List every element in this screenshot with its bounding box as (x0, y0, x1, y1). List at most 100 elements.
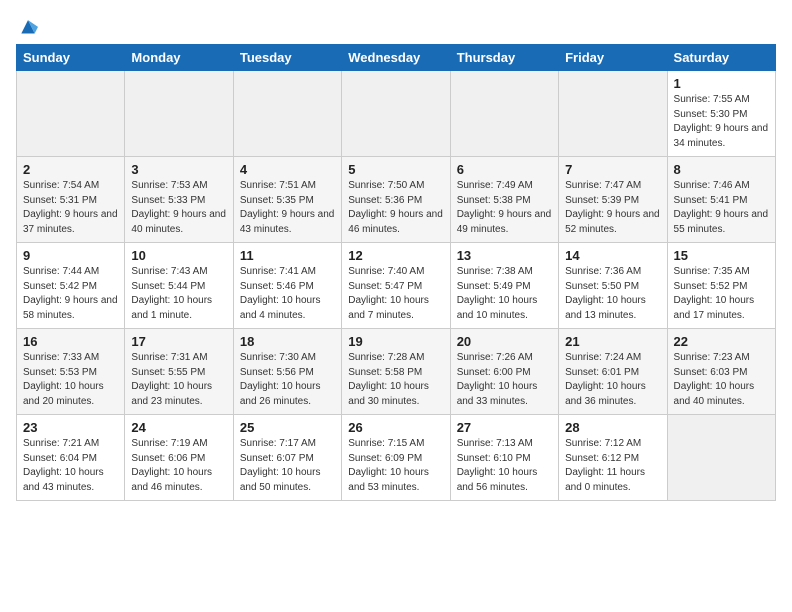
day-info: Sunrise: 7:21 AM Sunset: 6:04 PM Dayligh… (23, 437, 118, 495)
day-info: Sunrise: 7:15 AM Sunset: 6:09 PM Dayligh… (348, 437, 443, 495)
calendar-cell: 3 Sunrise: 7:53 AM Sunset: 5:33 PM Daylig… (125, 157, 233, 243)
calendar-cell: 11 Sunrise: 7:41 AM Sunset: 5:46 PM Dayli… (233, 243, 341, 329)
day-info: Sunrise: 7:54 AM Sunset: 5:31 PM Dayligh… (23, 179, 118, 237)
day-number: 15 (674, 248, 769, 263)
day-info: Sunrise: 7:55 AM Sunset: 5:30 PM Dayligh… (674, 93, 769, 151)
calendar-cell: 27 Sunrise: 7:13 AM Sunset: 6:10 PM Dayli… (450, 415, 558, 501)
calendar-cell: 6Sunrise: 7:49 AM Sunset: 5:38 PM Daylig… (450, 157, 558, 243)
day-number: 12 (348, 248, 443, 263)
weekday-header: Sunday (17, 45, 125, 71)
calendar-week-row: 2 Sunrise: 7:54 AM Sunset: 5:31 PM Daylig… (17, 157, 776, 243)
calendar-week-row: 9 Sunrise: 7:44 AM Sunset: 5:42 PM Daylig… (17, 243, 776, 329)
day-number: 16 (23, 334, 118, 349)
calendar-cell: 26 Sunrise: 7:15 AM Sunset: 6:09 PM Dayli… (342, 415, 450, 501)
day-info: Sunrise: 7:35 AM Sunset: 5:52 PM Dayligh… (674, 265, 769, 323)
day-info: Sunrise: 7:47 AM Sunset: 5:39 PM Dayligh… (565, 179, 660, 237)
calendar-cell: 19Sunrise: 7:28 AM Sunset: 5:58 PM Dayli… (342, 329, 450, 415)
day-number: 8 (674, 162, 769, 177)
day-info: Sunrise: 7:17 AM Sunset: 6:07 PM Dayligh… (240, 437, 335, 495)
day-info: Sunrise: 7:50 AM Sunset: 5:36 PM Dayligh… (348, 179, 443, 237)
calendar-cell: 20 Sunrise: 7:26 AM Sunset: 6:00 PM Dayli… (450, 329, 558, 415)
calendar-cell: 12 Sunrise: 7:40 AM Sunset: 5:47 PM Dayli… (342, 243, 450, 329)
day-number: 22 (674, 334, 769, 349)
day-info: Sunrise: 7:19 AM Sunset: 6:06 PM Dayligh… (131, 437, 226, 495)
day-number: 10 (131, 248, 226, 263)
calendar-cell: 18Sunrise: 7:30 AM Sunset: 5:56 PM Dayli… (233, 329, 341, 415)
weekday-header: Thursday (450, 45, 558, 71)
weekday-header: Tuesday (233, 45, 341, 71)
calendar-cell (667, 415, 775, 501)
day-info: Sunrise: 7:31 AM Sunset: 5:55 PM Dayligh… (131, 351, 226, 409)
calendar-cell: 25 Sunrise: 7:17 AM Sunset: 6:07 PM Dayli… (233, 415, 341, 501)
calendar-week-row: 1 Sunrise: 7:55 AM Sunset: 5:30 PM Daylig… (17, 71, 776, 157)
day-info: Sunrise: 7:44 AM Sunset: 5:42 PM Dayligh… (23, 265, 118, 323)
day-number: 3 (131, 162, 226, 177)
day-info: Sunrise: 7:26 AM Sunset: 6:00 PM Dayligh… (457, 351, 552, 409)
calendar-week-row: 16 Sunrise: 7:33 AM Sunset: 5:53 PM Dayli… (17, 329, 776, 415)
calendar-cell: 22 Sunrise: 7:23 AM Sunset: 6:03 PM Dayli… (667, 329, 775, 415)
day-number: 4 (240, 162, 335, 177)
day-number: 26 (348, 420, 443, 435)
day-info: Sunrise: 7:30 AM Sunset: 5:56 PM Dayligh… (240, 351, 335, 409)
calendar-cell: 2 Sunrise: 7:54 AM Sunset: 5:31 PM Daylig… (17, 157, 125, 243)
day-number: 6 (457, 162, 552, 177)
day-number: 21 (565, 334, 660, 349)
day-info: Sunrise: 7:51 AM Sunset: 5:35 PM Dayligh… (240, 179, 335, 237)
calendar-cell: 10 Sunrise: 7:43 AM Sunset: 5:44 PM Dayli… (125, 243, 233, 329)
day-number: 28 (565, 420, 660, 435)
calendar-cell: 23 Sunrise: 7:21 AM Sunset: 6:04 PM Dayli… (17, 415, 125, 501)
day-info: Sunrise: 7:13 AM Sunset: 6:10 PM Dayligh… (457, 437, 552, 495)
day-info: Sunrise: 7:28 AM Sunset: 5:58 PM Dayligh… (348, 351, 443, 409)
calendar-cell: 1 Sunrise: 7:55 AM Sunset: 5:30 PM Daylig… (667, 71, 775, 157)
day-number: 9 (23, 248, 118, 263)
day-info: Sunrise: 7:38 AM Sunset: 5:49 PM Dayligh… (457, 265, 552, 323)
calendar-cell: 17 Sunrise: 7:31 AM Sunset: 5:55 PM Dayli… (125, 329, 233, 415)
calendar-cell: 21 Sunrise: 7:24 AM Sunset: 6:01 PM Dayli… (559, 329, 667, 415)
calendar-cell: 8Sunrise: 7:46 AM Sunset: 5:41 PM Daylig… (667, 157, 775, 243)
day-info: Sunrise: 7:41 AM Sunset: 5:46 PM Dayligh… (240, 265, 335, 323)
calendar-cell: 14Sunrise: 7:36 AM Sunset: 5:50 PM Dayli… (559, 243, 667, 329)
day-number: 1 (674, 76, 769, 91)
day-number: 7 (565, 162, 660, 177)
weekday-header-row: SundayMondayTuesdayWednesdayThursdayFrid… (17, 45, 776, 71)
calendar-cell: 15 Sunrise: 7:35 AM Sunset: 5:52 PM Dayli… (667, 243, 775, 329)
day-number: 20 (457, 334, 552, 349)
calendar-cell: 13 Sunrise: 7:38 AM Sunset: 5:49 PM Dayli… (450, 243, 558, 329)
day-info: Sunrise: 7:23 AM Sunset: 6:03 PM Dayligh… (674, 351, 769, 409)
day-info: Sunrise: 7:53 AM Sunset: 5:33 PM Dayligh… (131, 179, 226, 237)
calendar-cell: 5 Sunrise: 7:50 AM Sunset: 5:36 PM Daylig… (342, 157, 450, 243)
calendar-cell: 28 Sunrise: 7:12 AM Sunset: 6:12 PM Dayli… (559, 415, 667, 501)
day-number: 17 (131, 334, 226, 349)
day-info: Sunrise: 7:24 AM Sunset: 6:01 PM Dayligh… (565, 351, 660, 409)
calendar-cell (559, 71, 667, 157)
calendar-cell (17, 71, 125, 157)
calendar-cell: 16 Sunrise: 7:33 AM Sunset: 5:53 PM Dayli… (17, 329, 125, 415)
logo (16, 16, 38, 36)
logo-icon (18, 16, 38, 36)
day-number: 5 (348, 162, 443, 177)
day-number: 25 (240, 420, 335, 435)
day-number: 24 (131, 420, 226, 435)
calendar-cell (233, 71, 341, 157)
calendar-cell: 9 Sunrise: 7:44 AM Sunset: 5:42 PM Daylig… (17, 243, 125, 329)
calendar-cell: 4 Sunrise: 7:51 AM Sunset: 5:35 PM Daylig… (233, 157, 341, 243)
day-info: Sunrise: 7:33 AM Sunset: 5:53 PM Dayligh… (23, 351, 118, 409)
day-number: 11 (240, 248, 335, 263)
calendar-cell (125, 71, 233, 157)
day-number: 27 (457, 420, 552, 435)
day-number: 2 (23, 162, 118, 177)
calendar-table: SundayMondayTuesdayWednesdayThursdayFrid… (16, 44, 776, 501)
calendar-cell (342, 71, 450, 157)
weekday-header: Saturday (667, 45, 775, 71)
day-info: Sunrise: 7:12 AM Sunset: 6:12 PM Dayligh… (565, 437, 660, 495)
day-info: Sunrise: 7:40 AM Sunset: 5:47 PM Dayligh… (348, 265, 443, 323)
weekday-header: Friday (559, 45, 667, 71)
calendar-week-row: 23 Sunrise: 7:21 AM Sunset: 6:04 PM Dayli… (17, 415, 776, 501)
day-number: 23 (23, 420, 118, 435)
weekday-header: Wednesday (342, 45, 450, 71)
day-number: 13 (457, 248, 552, 263)
day-info: Sunrise: 7:43 AM Sunset: 5:44 PM Dayligh… (131, 265, 226, 323)
calendar-cell: 24 Sunrise: 7:19 AM Sunset: 6:06 PM Dayli… (125, 415, 233, 501)
page-header (16, 16, 776, 36)
calendar-cell: 7 Sunrise: 7:47 AM Sunset: 5:39 PM Daylig… (559, 157, 667, 243)
